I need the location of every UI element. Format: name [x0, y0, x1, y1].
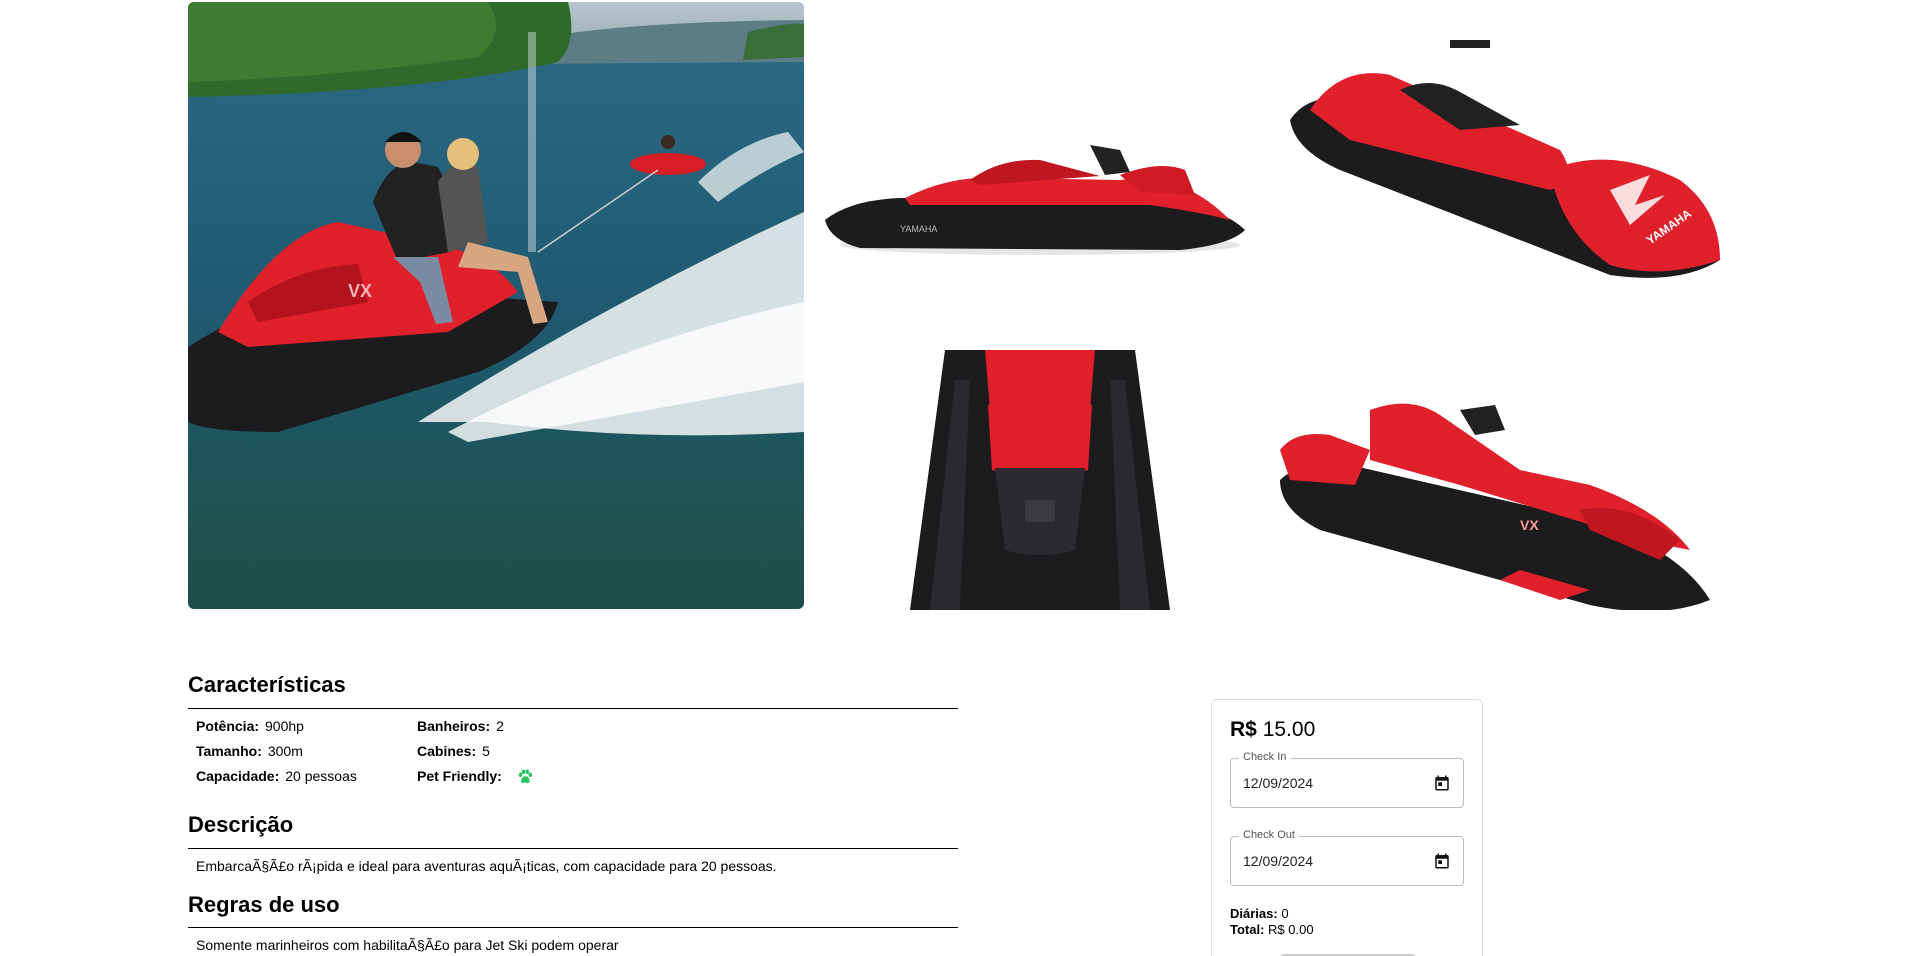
jetski-side-image: YAMAHA [825, 145, 1245, 255]
gallery-thumb-front[interactable]: VX [1260, 390, 1720, 610]
regras-text: Somente marinheiros com habilitaÃ§Ã£o pa… [196, 937, 619, 953]
gallery-thumb-side[interactable]: YAMAHA [820, 80, 1270, 310]
spec-label: Capacidade: [196, 768, 280, 784]
jetski-action-photo: VX [188, 2, 804, 609]
jetski-front-image: VX [1280, 403, 1710, 610]
section-divider [188, 927, 958, 928]
spec-value: 900hp [265, 718, 304, 734]
section-title-regras: Regras de uso [188, 892, 340, 917]
spec-pet-friendly: Pet Friendly: [417, 768, 534, 786]
section-title-caracteristicas: Características [188, 672, 346, 697]
spec-potencia: Potência: 900hp [196, 718, 304, 734]
price-display: R$ 15.00 [1230, 718, 1315, 742]
spec-label: Banheiros: [417, 718, 491, 734]
spec-label: Cabines: [417, 743, 477, 759]
diarias-label: Diárias: [1230, 906, 1278, 921]
spec-cabines: Cabines: 5 [417, 743, 490, 759]
spec-label: Tamanho: [196, 743, 262, 759]
price-value: 15.00 [1262, 718, 1316, 741]
spec-value: 5 [482, 743, 490, 759]
section-divider [188, 848, 958, 849]
spec-banheiros: Banheiros: 2 [417, 718, 504, 734]
gallery-thumb-top[interactable] [900, 350, 1180, 610]
paw-icon [516, 768, 534, 786]
calendar-icon[interactable] [1433, 774, 1451, 792]
check-out-value[interactable]: 12/09/2024 [1243, 853, 1313, 869]
diarias-value: 0 [1281, 906, 1289, 921]
spec-value: 300m [267, 743, 303, 759]
check-in-field[interactable]: Check In 12/09/2024 [1230, 751, 1464, 808]
gallery-main-photo[interactable]: VX [188, 2, 804, 609]
check-in-value[interactable]: 12/09/2024 [1243, 775, 1313, 791]
total-label: Total: [1230, 922, 1265, 937]
spec-tamanho: Tamanho: 300m [196, 743, 303, 759]
section-divider [188, 708, 958, 709]
spec-label: Pet Friendly: [417, 768, 502, 784]
descricao-text: EmbarcaÃ§Ã£o rÃ¡pida e ideal para aventu… [196, 858, 777, 874]
spec-value: 20 pessoas [285, 768, 357, 784]
booking-card: R$ 15.00 Check In 12/09/2024 Check Out 1… [1211, 699, 1483, 956]
jetski-rear-image: YAMAHA [1290, 40, 1720, 278]
svg-text:VX: VX [348, 281, 372, 301]
jetski-top-image [910, 350, 1170, 610]
diarias-summary: Diárias: 0 [1230, 906, 1289, 921]
spec-label: Potência: [196, 718, 260, 734]
check-out-field[interactable]: Check Out 12/09/2024 [1230, 829, 1464, 886]
spec-value: 2 [496, 718, 504, 734]
svg-text:VX: VX [1520, 517, 1539, 533]
total-summary: Total: R$ 0.00 [1230, 922, 1314, 937]
svg-text:YAMAHA: YAMAHA [900, 224, 937, 234]
total-value: R$ 0.00 [1268, 922, 1314, 937]
spec-capacidade: Capacidade: 20 pessoas [196, 768, 357, 784]
check-in-label: Check In [1239, 751, 1291, 763]
price-currency: R$ [1230, 718, 1257, 741]
section-title-descricao: Descrição [188, 812, 294, 837]
calendar-icon[interactable] [1433, 852, 1451, 870]
check-out-label: Check Out [1239, 829, 1299, 841]
gallery-thumb-rear[interactable]: YAMAHA [1280, 30, 1740, 300]
product-page: VX YAMAHA YAMAHA VX Características Potê… [0, 0, 1911, 956]
